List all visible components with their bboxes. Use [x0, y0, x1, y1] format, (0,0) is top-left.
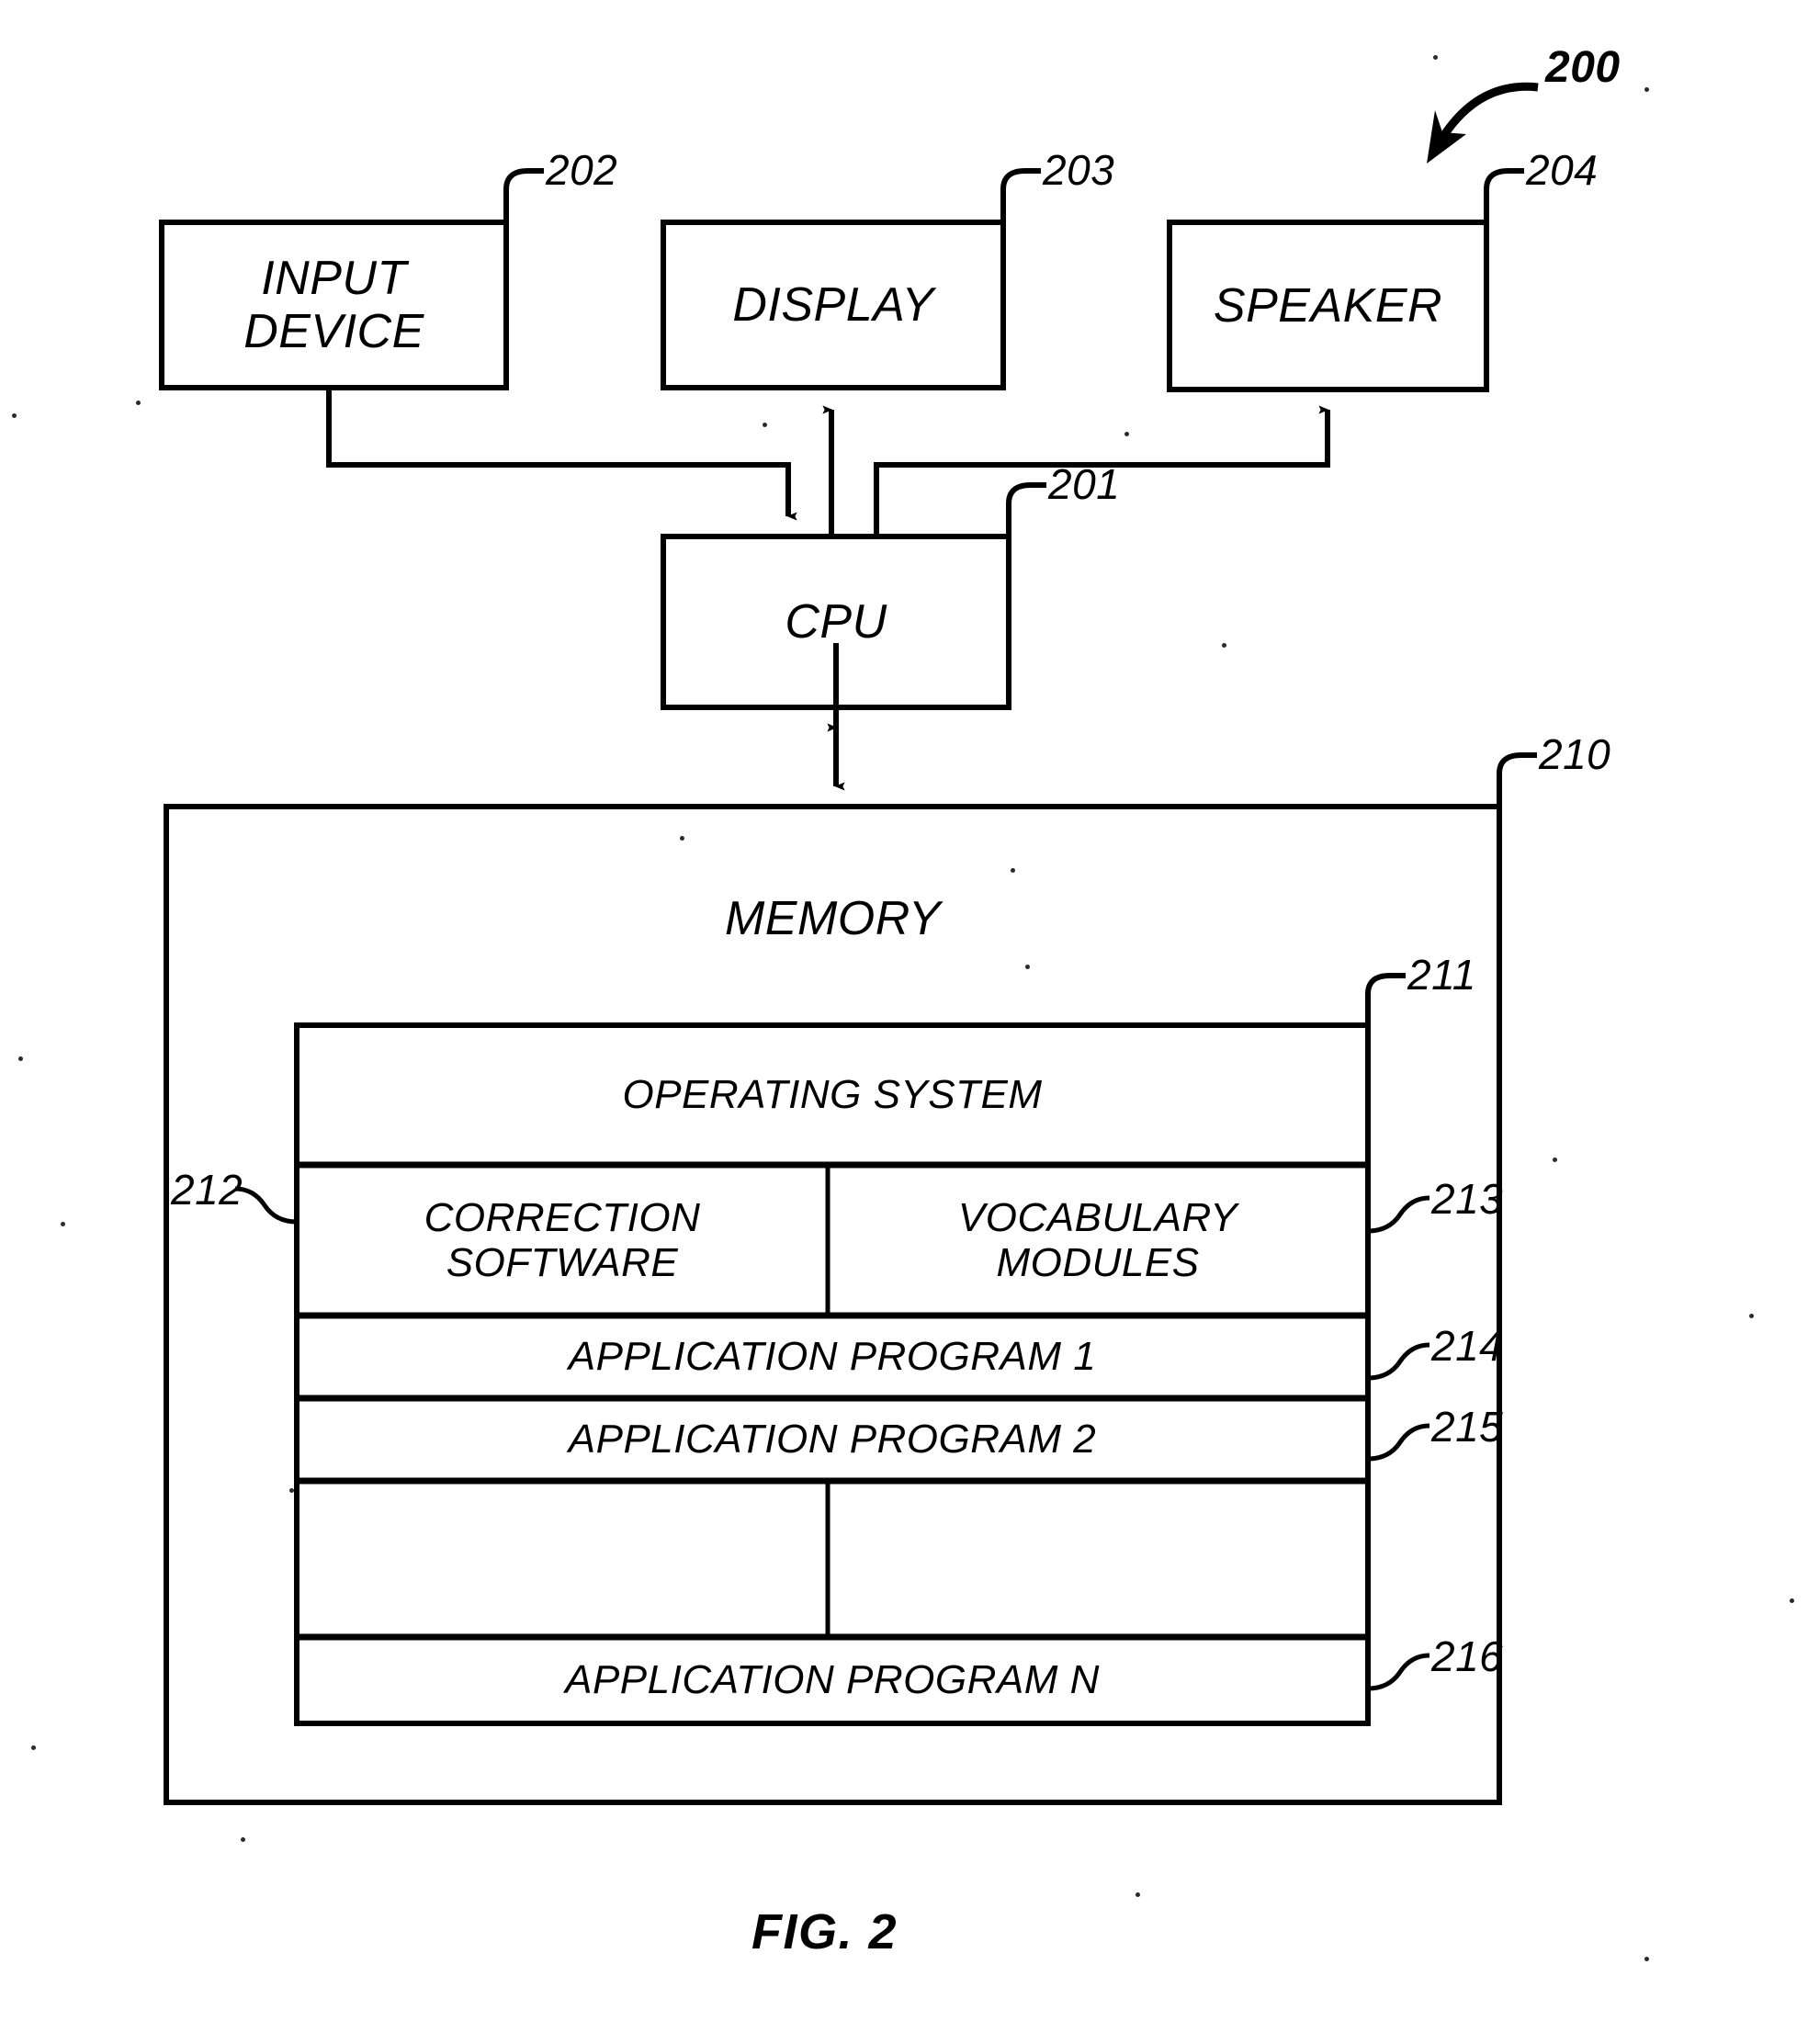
system-pointer-arrow — [1439, 82, 1539, 141]
scan-speck — [289, 1488, 294, 1493]
leader-215 — [1367, 1423, 1430, 1462]
leader-210 — [1497, 752, 1537, 807]
input-device-box — [159, 220, 509, 390]
ref-number-204: 204 — [1526, 146, 1599, 194]
scan-speck — [1124, 432, 1129, 436]
scan-speck — [12, 413, 17, 418]
leader-204 — [1484, 168, 1524, 222]
ref-number-213: 213 — [1431, 1175, 1504, 1223]
leader-203 — [1000, 168, 1041, 222]
scan-speck — [763, 423, 767, 427]
scan-speck — [31, 1745, 36, 1750]
ref-number-200: 200 — [1545, 43, 1621, 92]
speaker-box — [1167, 220, 1489, 392]
scan-speck — [1644, 1957, 1649, 1961]
leader-216 — [1367, 1653, 1430, 1691]
leader-201 — [1006, 482, 1046, 536]
scan-speck — [1790, 1598, 1794, 1603]
scan-speck — [61, 1222, 65, 1226]
ref-number-216: 216 — [1431, 1632, 1504, 1680]
memory-table-border — [294, 1022, 1371, 1726]
ref-number-212: 212 — [171, 1166, 243, 1214]
memory-box — [164, 804, 1502, 1805]
leader-202 — [503, 168, 544, 222]
ref-number-202: 202 — [546, 146, 618, 194]
ref-number-211: 211 — [1407, 951, 1476, 999]
diagram-linework — [159, 82, 1539, 1805]
scan-speck — [18, 1056, 23, 1061]
connector-input-to-cpu — [326, 388, 797, 521]
ref-number-210: 210 — [1539, 730, 1611, 778]
ref-number-201: 201 — [1048, 460, 1121, 508]
leader-214 — [1367, 1342, 1430, 1381]
ref-number-215: 215 — [1431, 1403, 1504, 1451]
scan-speck — [1025, 965, 1030, 969]
scan-speck — [1011, 868, 1015, 873]
scan-speck — [1136, 1892, 1140, 1897]
scan-speck — [680, 836, 684, 841]
patent-figure-2: INPUT DEVICE DISPLAY SPEAKER CPU MEMORY … — [0, 0, 1808, 2044]
figure-caption: FIG. 2 — [751, 1904, 898, 1959]
leader-211 — [1365, 973, 1406, 1025]
ref-number-203: 203 — [1043, 146, 1115, 194]
scan-speck — [1644, 87, 1649, 92]
ref-number-214: 214 — [1431, 1322, 1504, 1370]
scan-speck — [1749, 1314, 1754, 1318]
leader-213 — [1367, 1195, 1430, 1234]
scan-speck — [241, 1837, 245, 1842]
scan-speck — [1553, 1158, 1557, 1162]
scan-speck — [1222, 643, 1226, 648]
display-box — [661, 220, 1006, 390]
scan-speck — [136, 401, 141, 405]
leader-212 — [234, 1186, 298, 1225]
scan-speck — [1433, 55, 1438, 60]
